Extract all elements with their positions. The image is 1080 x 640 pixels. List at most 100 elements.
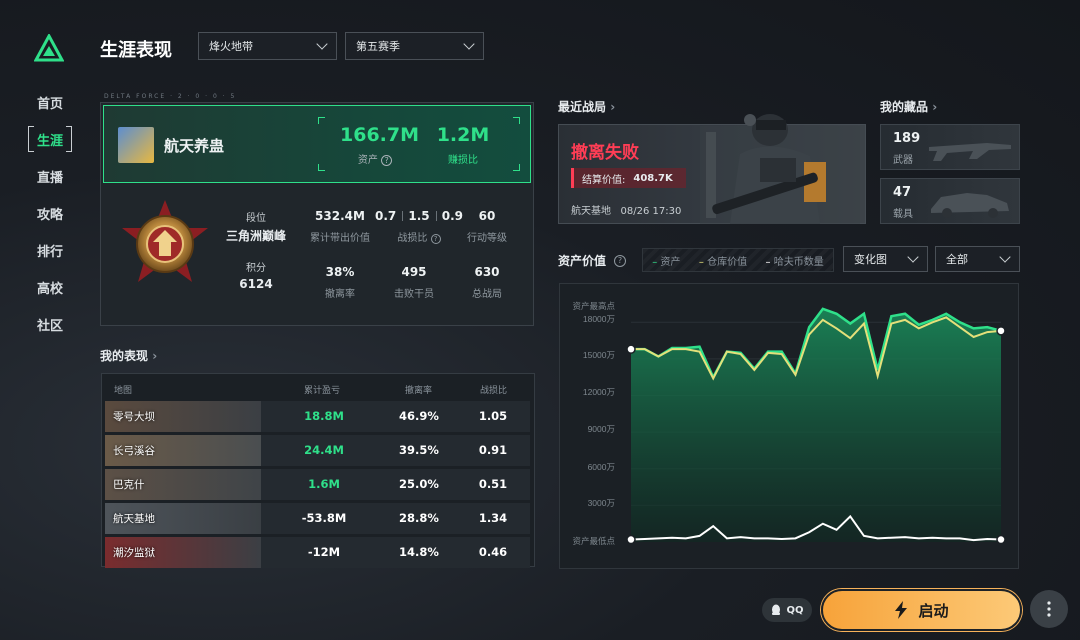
username: 航天养蛊 [164, 137, 225, 155]
kd-cell: 0.51 [478, 477, 508, 491]
bracket-corner [318, 164, 325, 171]
y-tick-label: 资产最高点 [572, 301, 615, 311]
y-tick-label: 12000万 [583, 387, 615, 397]
chart-view-value: 变化图 [854, 253, 887, 266]
legend-warehouse[interactable]: – 仓库价值 [699, 253, 747, 268]
action-level-value: 60 [478, 209, 496, 223]
lightning-icon [895, 601, 908, 619]
endpoint-marker [626, 534, 636, 545]
pnl-cell: -12M [307, 545, 341, 559]
endpoint-marker [996, 534, 1006, 545]
total-matches-label: 总战局 [472, 289, 502, 300]
kd-value-2: 1.5 [408, 209, 430, 223]
recent-battle-title[interactable]: 最近战局 › [558, 98, 615, 115]
sidebar-item-home[interactable]: 首页 [28, 89, 72, 115]
weapons-label: 武器 [893, 155, 913, 166]
kd-ratio-value: 1.2M [436, 124, 490, 146]
legend-warehouse-label: 仓库价值 [707, 256, 748, 268]
season-dropdown[interactable]: 第五赛季 [345, 32, 484, 60]
table-row[interactable]: 长弓溪谷 24.4M 39.5% 0.91 [105, 435, 530, 466]
collection-vehicles-card[interactable]: 47 载具 [880, 178, 1020, 224]
legend-asset[interactable]: – 资产 [652, 253, 680, 268]
settle-label: 结算价值: [582, 174, 626, 186]
table-row[interactable]: 巴克什 1.6M 25.0% 0.51 [105, 469, 530, 500]
chevron-down-icon [316, 38, 328, 50]
battle-time: 08/26 17:30 [620, 206, 682, 217]
kd-label: 战损比 ? [380, 229, 458, 244]
legend-havc-label: 哈夫币数量 [773, 256, 824, 268]
column-header-evac: 撤离率 [405, 386, 433, 396]
evac-cell: 28.8% [399, 511, 439, 525]
evac-cell: 39.5% [399, 443, 439, 457]
chevron-down-icon [999, 251, 1011, 263]
table-row[interactable]: 航天基地 -53.8M 28.8% 1.34 [105, 503, 530, 534]
asset-chart-svg: 资产最高点 18000万 15000万 12000万 9000万 6000万 3000万资产… [572, 301, 1006, 546]
assets-label-text: 资产 [357, 155, 378, 166]
battle-result: 撤离失败 [571, 143, 639, 163]
qq-label: QQ [786, 604, 804, 616]
vehicles-label: 载具 [893, 209, 913, 220]
assets-label: 资产 ? [340, 151, 410, 166]
info-icon[interactable]: ? [430, 234, 441, 244]
kills-value: 495 [401, 265, 427, 279]
weapons-count: 189 [893, 131, 921, 146]
more-options-button[interactable] [1030, 590, 1068, 628]
column-header-map: 地图 [114, 386, 133, 396]
evac-rate-label: 撤离率 [325, 289, 355, 300]
recent-battle-title-text: 最近战局 [558, 100, 607, 114]
y-tick-label: 18000万 [583, 314, 615, 324]
info-icon[interactable]: ? [381, 155, 393, 166]
sidebar-item-community[interactable]: 社区 [28, 311, 72, 337]
cumulative-label: 累计带出价值 [310, 233, 370, 244]
collection-title[interactable]: 我的藏品 › [880, 98, 937, 115]
chart-range-dropdown[interactable]: 全部 [935, 246, 1020, 272]
sidebar-item-live[interactable]: 直播 [28, 163, 72, 189]
map-name: 潮汐监狱 [113, 547, 155, 559]
mode-dropdown[interactable]: 烽火地带 [198, 32, 337, 60]
launch-button[interactable]: 启动 [821, 589, 1022, 631]
action-level-label: 行动等级 [467, 233, 507, 244]
sidebar-item-career[interactable]: 生涯 [28, 126, 72, 152]
asset-chart-title: 资产价值 ? [558, 252, 627, 269]
chart-view-dropdown[interactable]: 变化图 [843, 246, 928, 272]
y-tick-label: 6000万 [588, 462, 615, 472]
map-name: 长弓溪谷 [113, 445, 155, 457]
column-header-kd: 战损比 [480, 386, 508, 396]
app-logo-icon [34, 34, 64, 62]
chevron-down-icon [907, 251, 919, 263]
chevron-right-icon: › [932, 100, 938, 114]
sidebar-item-ranking[interactable]: 排行 [28, 237, 72, 263]
total-matches-value: 630 [474, 265, 500, 279]
pnl-cell: 24.4M [304, 443, 344, 457]
evac-rate-value: 38% [325, 265, 355, 279]
map-name: 航天基地 [113, 513, 155, 525]
info-icon[interactable]: ? [614, 254, 627, 267]
collection-weapons-card[interactable]: 189 武器 [880, 124, 1020, 170]
kd-ratio-label: 赚损比 [448, 155, 478, 166]
evac-cell: 46.9% [399, 409, 439, 423]
season-dropdown-value: 第五赛季 [356, 40, 400, 53]
qq-button[interactable]: QQ [762, 598, 812, 622]
score-label: 积分 [246, 263, 266, 274]
performance-title[interactable]: 我的表现 › [100, 347, 157, 364]
rank-emblem-icon [122, 200, 208, 282]
pnl-cell: 1.6M [308, 477, 340, 491]
y-tick-label: 3000万 [588, 498, 615, 508]
column-header-pnl: 累计盈亏 [304, 386, 341, 396]
table-row[interactable]: 潮汐监狱 -12M 14.8% 0.46 [105, 537, 530, 568]
launch-label: 启动 [918, 601, 949, 620]
rank-label: 段位 [246, 213, 266, 224]
chevron-right-icon: › [610, 100, 616, 114]
evac-cell: 14.8% [399, 545, 439, 559]
avatar[interactable] [118, 127, 154, 163]
qq-icon [772, 604, 781, 615]
page-title: 生涯表现 [100, 40, 172, 61]
sidebar-item-guide[interactable]: 攻略 [28, 200, 72, 226]
score-value: 6124 [239, 277, 273, 291]
more-vertical-icon [1047, 601, 1051, 617]
legend-havc[interactable]: – 哈夫币数量 [766, 253, 824, 268]
table-row[interactable]: 零号大坝 18.8M 46.9% 1.05 [105, 401, 530, 432]
sidebar-item-college[interactable]: 高校 [28, 274, 72, 300]
asset-area [631, 308, 1001, 542]
asset-chart-title-text: 资产价值 [558, 254, 607, 268]
